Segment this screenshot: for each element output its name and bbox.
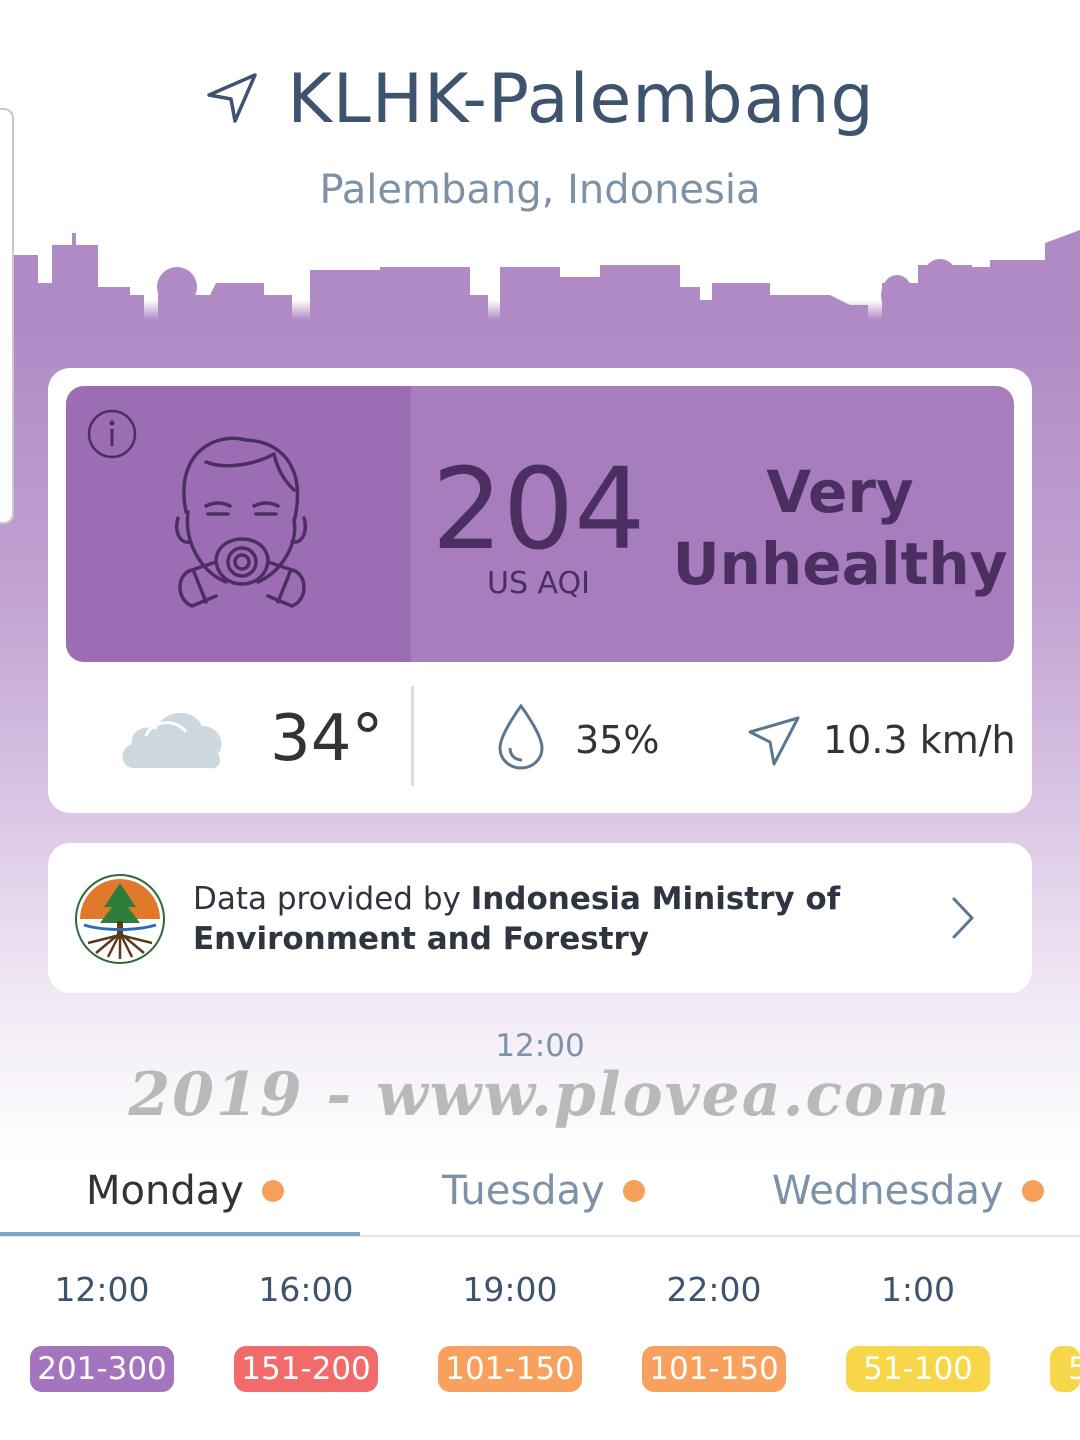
aqi-icon-area: [66, 386, 411, 662]
data-provider-card[interactable]: Data provided by Indonesia Ministry of E…: [48, 843, 1032, 993]
humidity-value: 35%: [575, 718, 660, 762]
station-location: Palembang, Indonesia: [319, 167, 761, 213]
ministry-logo: [74, 873, 166, 969]
provider-prefix: Data provided by: [193, 881, 471, 917]
forecast-time: 1:00: [880, 1270, 956, 1309]
forecast-aqi-badge: 151-200: [234, 1346, 378, 1392]
aqi-card: 204 US AQI Very Unhealthy 34° 35% 10.3 k…: [48, 368, 1032, 813]
tab-monday[interactable]: Monday: [86, 1148, 284, 1234]
temperature-value: 34°: [270, 702, 384, 776]
tab-tuesday[interactable]: Tuesday: [442, 1148, 645, 1234]
forecast-time: 16:00: [258, 1270, 354, 1309]
aqi-dot-icon: [261, 1180, 284, 1202]
forecast-aqi-badge: 51-100: [846, 1346, 990, 1392]
weather-divider: [411, 686, 414, 786]
face-mask-icon: [166, 432, 316, 621]
aqi-dot-icon: [622, 1180, 645, 1202]
tab-active-indicator: [0, 1232, 360, 1236]
aqi-dot-icon: [1021, 1180, 1044, 1202]
tab-label: Monday: [86, 1168, 244, 1214]
forecast-aqi-badge: 201-300: [30, 1346, 174, 1392]
aqi-value: 204: [431, 445, 646, 575]
forecast-aqi-badge: 101-150: [438, 1346, 582, 1392]
wind-direction-icon: [746, 712, 802, 772]
forecast-time: 12:00: [54, 1270, 150, 1309]
aqi-unit: US AQI: [487, 566, 590, 601]
aqi-status-line1: Very: [766, 458, 914, 526]
forecast-aqi-badge: 101-150: [642, 1346, 786, 1392]
hourly-forecast[interactable]: 12:00 201-300 16:00 151-200 19:00 101-15…: [0, 1270, 1080, 1440]
chevron-right-icon[interactable]: [948, 895, 978, 945]
city-skyline-illustration: [0, 230, 1080, 335]
cloud-icon: [116, 696, 226, 780]
weather-row: 34° 35% 10.3 km/h: [48, 662, 1032, 813]
current-time-label: 12:00: [495, 1028, 585, 1064]
forecast-time: 22:00: [666, 1270, 762, 1309]
tab-label: Tuesday: [442, 1168, 605, 1214]
humidity-drop-icon: [496, 702, 546, 776]
provider-text: Data provided by Indonesia Ministry of E…: [193, 879, 893, 959]
station-title: KLHK-Palembang: [287, 60, 875, 139]
wind-speed-value: 10.3 km/h: [823, 718, 1016, 762]
tab-label: Wednesday: [772, 1168, 1004, 1214]
aqi-status-line2: Unhealthy: [672, 530, 1008, 598]
watermark: 2019 - www.plovea.com: [128, 1060, 952, 1130]
location-arrow-icon[interactable]: [205, 71, 259, 129]
tab-wednesday[interactable]: Wednesday: [772, 1148, 1044, 1234]
aqi-panel[interactable]: 204 US AQI Very Unhealthy: [66, 386, 1014, 662]
day-tabs: Monday Tuesday Wednesday: [0, 1148, 1080, 1238]
aqi-status: Very Unhealthy: [666, 456, 1014, 600]
info-icon[interactable]: [86, 408, 138, 464]
forecast-aqi-badge: 5: [1050, 1346, 1080, 1392]
station-header: KLHK-Palembang Palembang, Indonesia: [0, 60, 1080, 213]
forecast-time: 19:00: [462, 1270, 558, 1309]
